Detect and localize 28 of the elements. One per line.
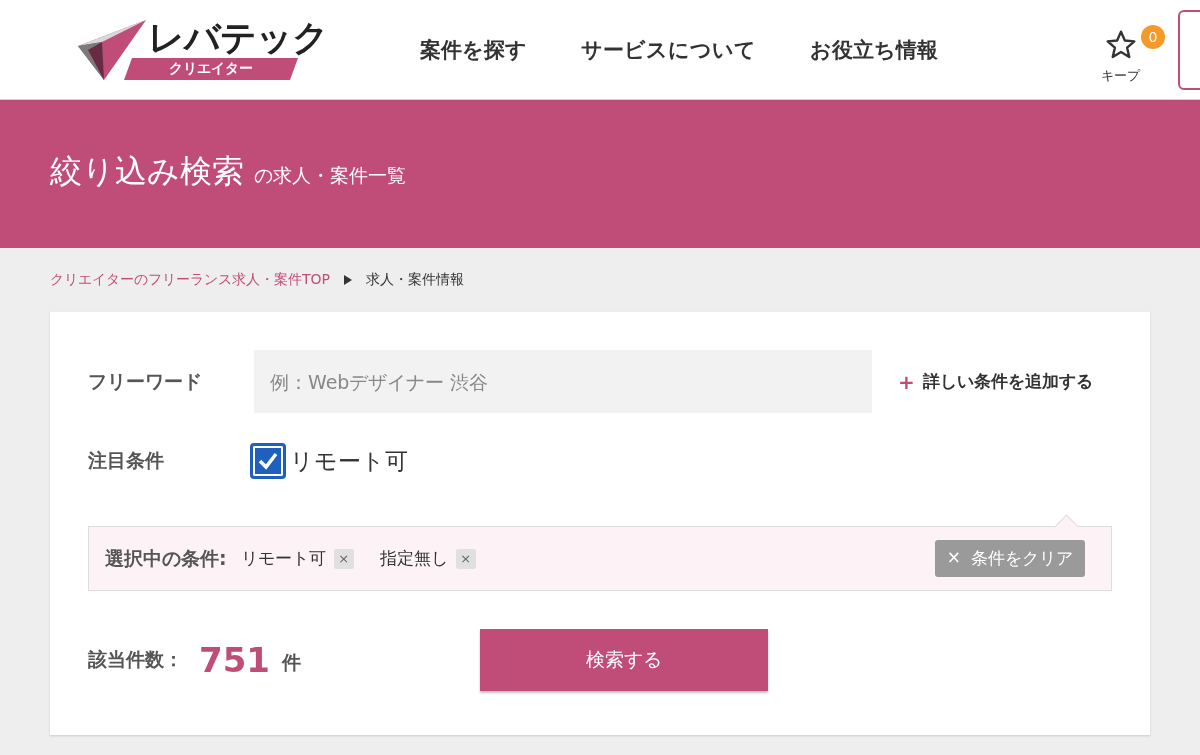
condition-tag: リモート可 [240, 547, 326, 570]
remove-button[interactable]: × [333, 548, 354, 569]
clear-button[interactable]: × 条件をクリア [934, 540, 1085, 577]
condition-tag: 指定無し [379, 547, 448, 570]
page-title: 絞り込み検索 [50, 151, 244, 192]
count-unit: 件 [282, 650, 301, 675]
checkbox[interactable] [250, 443, 286, 479]
add-conditions-link[interactable]: + 詳しい条件を追加する [898, 369, 1093, 394]
remove-button[interactable]: × [455, 548, 476, 569]
checkbox-label: リモート可 [290, 446, 408, 476]
star-icon[interactable] [1104, 28, 1137, 61]
count-label: 該当件数： [88, 647, 183, 672]
result-count: 751 [199, 640, 270, 680]
nav-link[interactable]: お役立ち情報 [810, 35, 938, 64]
keep-label: キープ [1101, 66, 1140, 85]
logo-text: レバテック [148, 19, 328, 56]
page-subtitle: の求人・案件一覧 [254, 163, 406, 188]
nav-link[interactable]: 案件を探す [420, 35, 527, 64]
breadcrumb-arrow-icon [344, 274, 352, 285]
field-label: フリーワード [88, 368, 203, 394]
breadcrumb-link[interactable]: クリエイターのフリーランス求人・案件TOP [50, 270, 330, 289]
search-button[interactable]: 検索する [480, 629, 768, 691]
breadcrumb-current: 求人・案件情報 [366, 270, 464, 289]
field-label: 注目条件 [88, 448, 165, 473]
nav-link[interactable]: サービスについて [581, 35, 756, 64]
keyword-input[interactable]: 例：Webデザイナー 渋谷 [254, 350, 872, 413]
panel-label: 選択中の条件: [105, 545, 227, 571]
count-badge: 0 [1141, 24, 1165, 49]
